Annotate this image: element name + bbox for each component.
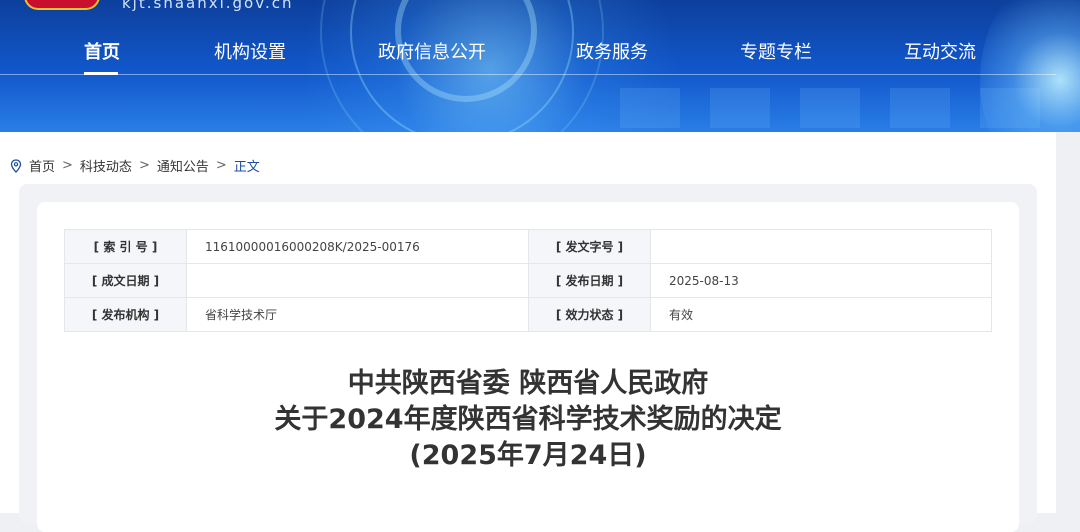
meta-value-index-number: 11610000016000208K/2025-00176 (186, 229, 529, 264)
nav-item-gov-info[interactable]: 政府信息公开 (378, 38, 486, 64)
meta-label-doc-number: [ 发文字号 ] (528, 229, 651, 264)
nav-item-topics[interactable]: 专题专栏 (740, 38, 812, 64)
nav-item-home[interactable]: 首页 (84, 38, 120, 64)
breadcrumb-current: 正文 (233, 160, 260, 175)
nav-item-interaction[interactable]: 互动交流 (904, 38, 976, 64)
article-title: 中共陕西省委 陕西省人民政府 关于2024年度陕西省科学技术奖励的决定 (202… (37, 366, 1019, 474)
breadcrumb-separator: > (138, 158, 150, 173)
document-meta-table: [ 索 引 号 ] 11610000016000208K/2025-00176 … (64, 229, 992, 332)
table-row: [ 索 引 号 ] 11610000016000208K/2025-00176 … (64, 229, 992, 264)
article-title-line: 关于2024年度陕西省科学技术奖励的决定 (274, 404, 782, 435)
article-title-date: (2025年7月24日) (409, 440, 647, 471)
meta-label-publisher: [ 发布机构 ] (64, 297, 187, 332)
breadcrumb-separator: > (62, 158, 73, 173)
main-nav: 首页 机构设置 政府信息公开 政务服务 专题专栏 互动交流 (0, 30, 1080, 70)
meta-value-publisher: 省科学技术厅 (186, 297, 529, 332)
nav-item-organization[interactable]: 机构设置 (214, 38, 286, 64)
breadcrumb-news[interactable]: 科技动态 (80, 156, 132, 175)
breadcrumb: 首页 > 科技动态 > 通知公告 > 正文 (10, 156, 260, 175)
breadcrumb-notices[interactable]: 通知公告 (157, 156, 209, 175)
meta-label-index-number: [ 索 引 号 ] (64, 229, 187, 264)
meta-label-validity: [ 效力状态 ] (528, 297, 651, 332)
location-pin-icon (10, 158, 22, 173)
national-emblem-logo[interactable] (24, 0, 100, 10)
meta-value-publish-date: 2025-08-13 (650, 263, 992, 298)
breadcrumb-home[interactable]: 首页 (29, 156, 55, 175)
site-header-banner: kjt.shaanxi.gov.cn 首页 机构设置 政府信息公开 政务服务 专… (0, 0, 1080, 132)
meta-label-written-date: [ 成文日期 ] (64, 263, 187, 298)
nav-item-services[interactable]: 政务服务 (576, 38, 648, 64)
table-row: [ 发布机构 ] 省科学技术厅 [ 效力状态 ] 有效 (64, 297, 992, 332)
site-domain: kjt.shaanxi.gov.cn (122, 0, 294, 12)
breadcrumb-separator: > (215, 158, 227, 173)
nav-divider (0, 74, 1056, 75)
table-row: [ 成文日期 ] [ 发布日期 ] 2025-08-13 (64, 263, 992, 298)
meta-value-doc-number (650, 229, 992, 264)
meta-label-publish-date: [ 发布日期 ] (528, 263, 651, 298)
banner-decoration (620, 88, 1040, 128)
meta-value-written-date (186, 263, 529, 298)
meta-value-validity: 有效 (650, 297, 992, 332)
article-title-line: 中共陕西省委 陕西省人民政府 (347, 368, 709, 399)
